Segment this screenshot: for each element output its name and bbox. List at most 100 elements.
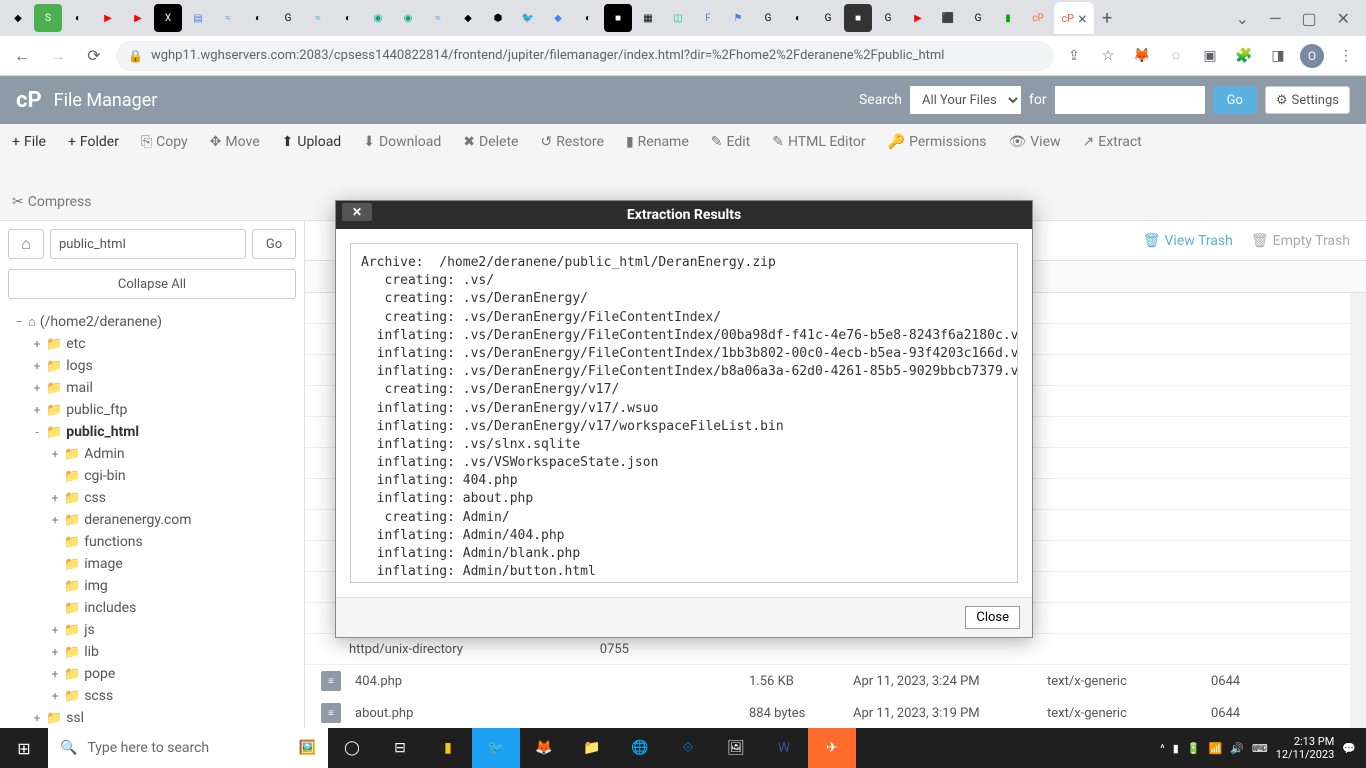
forward-button[interactable]: → — [44, 42, 72, 70]
tab-favicon[interactable]: ◐ — [574, 4, 602, 32]
tree-item[interactable]: +📁logs — [0, 355, 304, 377]
tree-toggle[interactable]: + — [48, 491, 62, 505]
tree-item[interactable]: +📁lib — [0, 641, 304, 663]
delete-button[interactable]: ✖Delete — [461, 130, 520, 154]
tab-favicon[interactable]: ◐ — [244, 4, 272, 32]
tree-item[interactable]: 📁includes — [0, 597, 304, 619]
tree-toggle[interactable]: − — [12, 315, 26, 329]
tab-favicon[interactable]: ⬛ — [934, 4, 962, 32]
tray-lang-icon[interactable]: ⌨ — [1252, 742, 1268, 755]
taskbar-app[interactable]: ⊟ — [376, 728, 424, 768]
tree-item[interactable]: 📁functions — [0, 531, 304, 553]
tab-favicon[interactable]: G — [964, 4, 992, 32]
extensions-icon[interactable]: 🧩 — [1232, 44, 1256, 68]
tree-toggle[interactable]: + — [48, 689, 62, 703]
tab-favicon[interactable]: ▮ — [994, 4, 1022, 32]
reload-button[interactable]: ⟳ — [80, 42, 108, 70]
tab-favicon[interactable]: ▶ — [94, 4, 122, 32]
table-row[interactable]: httpd/unix-directory0755 — [305, 634, 1366, 665]
copy-button[interactable]: ⎘Copy — [139, 130, 190, 154]
modal-close-button[interactable]: Close — [965, 606, 1020, 629]
tab-favicon[interactable]: ▶ — [904, 4, 932, 32]
tab-favicon[interactable]: ▦ — [634, 4, 662, 32]
panel-icon[interactable]: ◨ — [1266, 44, 1290, 68]
download-button[interactable]: ⬇Download — [361, 130, 443, 154]
tray-icon[interactable]: ▮ — [1173, 742, 1179, 755]
tab-active[interactable]: cP × — [1054, 2, 1094, 34]
tab-favicon[interactable]: ⚑ — [724, 4, 752, 32]
tab-favicon[interactable]: ◆ — [454, 4, 482, 32]
search-go-button[interactable]: Go — [1213, 86, 1257, 114]
tab-favicon[interactable]: ◉ — [364, 4, 392, 32]
compress-button[interactable]: ✂Compress — [10, 190, 93, 214]
fox-icon[interactable]: 🦊 — [1130, 44, 1154, 68]
tree-item[interactable]: +📁deranenergy.com — [0, 509, 304, 531]
search-scope-select[interactable]: All Your Files — [910, 86, 1021, 114]
tab-favicon[interactable]: S — [34, 4, 62, 32]
extraction-output[interactable]: Archive: /home2/deranene/public_html/Der… — [350, 243, 1018, 583]
tree-item[interactable]: 📁image — [0, 553, 304, 575]
tree-toggle[interactable] — [48, 535, 62, 549]
tab-favicon[interactable]: G — [874, 4, 902, 32]
back-button[interactable]: ← — [8, 42, 36, 70]
tab-favicon[interactable]: ◐ — [784, 4, 812, 32]
tree-toggle[interactable] — [48, 557, 62, 571]
notifications-icon[interactable]: 💬 — [1342, 742, 1356, 755]
address-bar[interactable]: 🔒 wghp11.wghservers.com:2083/cpsess14408… — [116, 41, 1054, 71]
tree-toggle[interactable]: + — [48, 447, 62, 461]
new-tab-button[interactable]: + — [1102, 8, 1112, 29]
taskbar-app[interactable]: 🦊 — [520, 728, 568, 768]
tree-toggle[interactable]: + — [30, 711, 44, 725]
tab-favicon[interactable]: X — [154, 4, 182, 32]
tree-toggle[interactable]: + — [48, 513, 62, 527]
maximize-icon[interactable]: ▢ — [1301, 9, 1316, 28]
share-icon[interactable]: ⇪ — [1062, 44, 1086, 68]
tree-toggle[interactable]: + — [48, 667, 62, 681]
tree-item[interactable]: -📁public_html — [0, 421, 304, 443]
rename-button[interactable]: ▮Rename — [624, 130, 691, 154]
tab-favicon[interactable]: ◆ — [4, 4, 32, 32]
extract-button[interactable]: ↗Extract — [1081, 130, 1144, 154]
html-editor-button[interactable]: ✎HTML Editor — [770, 130, 867, 154]
edit-button[interactable]: ✎Edit — [709, 130, 752, 154]
tree-item[interactable]: +📁Admin — [0, 443, 304, 465]
extension-icon[interactable]: ▣ — [1198, 44, 1222, 68]
tray-icon[interactable]: 🔋 — [1187, 742, 1201, 755]
tree-item[interactable]: 📁img — [0, 575, 304, 597]
star-icon[interactable]: ☆ — [1096, 44, 1120, 68]
tree-item[interactable]: +📁public_ftp — [0, 399, 304, 421]
upload-button[interactable]: ⬆Upload — [280, 130, 344, 154]
tab-favicon[interactable]: 🐦 — [514, 4, 542, 32]
modal-close-x[interactable]: ✕ — [342, 203, 372, 221]
tree-item[interactable]: +📁ssl — [0, 707, 304, 729]
minimize-icon[interactable]: — — [1269, 9, 1282, 28]
tab-favicon[interactable]: ▶ — [124, 4, 152, 32]
tree-toggle[interactable] — [48, 579, 62, 593]
tree-toggle[interactable]: - — [30, 425, 44, 439]
new-file-button[interactable]: +File — [10, 130, 48, 154]
close-tab-icon[interactable]: × — [1078, 9, 1087, 28]
tree-toggle[interactable]: + — [30, 403, 44, 417]
table-row[interactable]: ≡404.php1.56 KBApr 11, 2023, 3:24 PMtext… — [305, 665, 1366, 697]
tree-toggle[interactable]: + — [30, 359, 44, 373]
table-row[interactable]: ≡about.php884 bytesApr 11, 2023, 3:19 PM… — [305, 697, 1366, 729]
move-button[interactable]: ✥Move — [208, 130, 262, 154]
taskbar-app[interactable]: 🌐 — [616, 728, 664, 768]
settings-button[interactable]: ⚙Settings — [1265, 86, 1350, 114]
tab-favicon[interactable]: ◉ — [394, 4, 422, 32]
tray-clock[interactable]: 2:13 PM 12/11/2023 — [1276, 735, 1335, 761]
tab-favicon[interactable]: ◆ — [544, 4, 572, 32]
taskbar-app[interactable]: ▮ — [424, 728, 472, 768]
close-window-icon[interactable]: ✕ — [1337, 9, 1350, 28]
taskbar-app[interactable]: 🖼 — [712, 728, 760, 768]
home-button[interactable]: ⌂ — [8, 229, 44, 259]
menu-icon[interactable]: ⋮ — [1334, 44, 1358, 68]
tab-favicon[interactable]: ⬢ — [484, 4, 512, 32]
tree-item[interactable]: +📁scss — [0, 685, 304, 707]
tab-favicon[interactable]: ◐ — [64, 4, 92, 32]
tab-favicon[interactable]: ■ — [604, 4, 632, 32]
tree-toggle[interactable]: + — [30, 337, 44, 351]
tree-item[interactable]: +📁pope — [0, 663, 304, 685]
tab-favicon[interactable]: ◐ — [334, 4, 362, 32]
collapse-all-button[interactable]: Collapse All — [8, 269, 296, 299]
